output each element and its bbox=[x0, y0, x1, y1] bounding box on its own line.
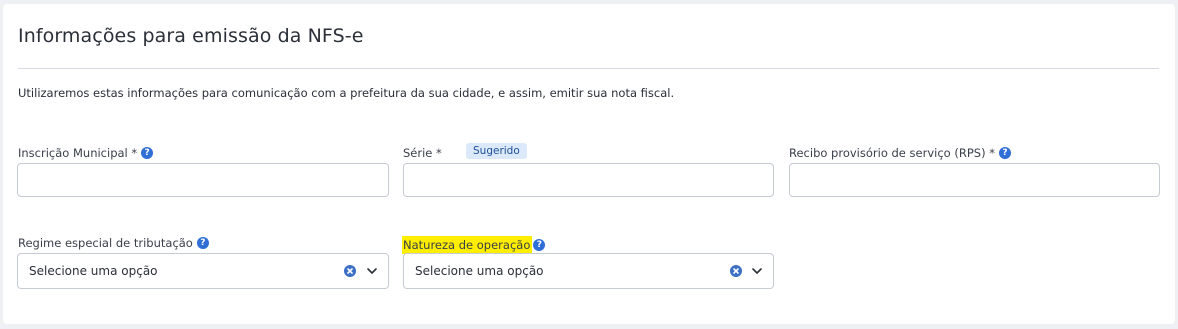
natureza-label: Natureza de operação ? bbox=[402, 236, 546, 254]
nfse-info-card: Informações para emissão da NFS-e Utiliz… bbox=[3, 4, 1175, 324]
section-description: Utilizaremos estas informações para comu… bbox=[18, 86, 675, 100]
serie-label-text: Série * bbox=[403, 146, 442, 160]
section-title: Informações para emissão da NFS-e bbox=[18, 25, 364, 47]
serie-label: Série * bbox=[403, 146, 442, 160]
regime-selected-value: Selecione uma opção bbox=[29, 264, 158, 278]
title-divider bbox=[18, 68, 1159, 69]
chevron-down-icon[interactable] bbox=[751, 265, 763, 277]
serie-input[interactable] bbox=[403, 163, 774, 197]
regime-label-text: Regime especial de tributação bbox=[18, 236, 193, 250]
inscricao-municipal-label-text: Inscrição Municipal * bbox=[18, 146, 138, 160]
suggested-badge: Sugerido bbox=[466, 143, 527, 159]
inscricao-municipal-input[interactable] bbox=[17, 163, 389, 197]
rps-input[interactable] bbox=[789, 163, 1160, 197]
regime-label: Regime especial de tributação ? bbox=[18, 236, 209, 250]
natureza-label-text: Natureza de operação bbox=[402, 236, 533, 254]
clear-x-icon[interactable] bbox=[730, 265, 742, 277]
question-circle-icon[interactable]: ? bbox=[533, 239, 546, 251]
rps-label-text: Recibo provisório de serviço (RPS) * bbox=[789, 146, 995, 160]
natureza-select[interactable]: Selecione uma opção bbox=[403, 253, 774, 289]
chevron-down-icon[interactable] bbox=[366, 265, 378, 277]
rps-label: Recibo provisório de serviço (RPS) * ? bbox=[789, 146, 1011, 160]
question-circle-icon[interactable]: ? bbox=[998, 147, 1011, 159]
clear-x-icon[interactable] bbox=[344, 265, 356, 277]
question-circle-icon[interactable]: ? bbox=[141, 147, 154, 159]
inscricao-municipal-label: Inscrição Municipal * ? bbox=[18, 146, 154, 160]
natureza-selected-value: Selecione uma opção bbox=[415, 264, 544, 278]
question-circle-icon[interactable]: ? bbox=[196, 237, 209, 249]
regime-select[interactable]: Selecione uma opção bbox=[17, 253, 389, 289]
